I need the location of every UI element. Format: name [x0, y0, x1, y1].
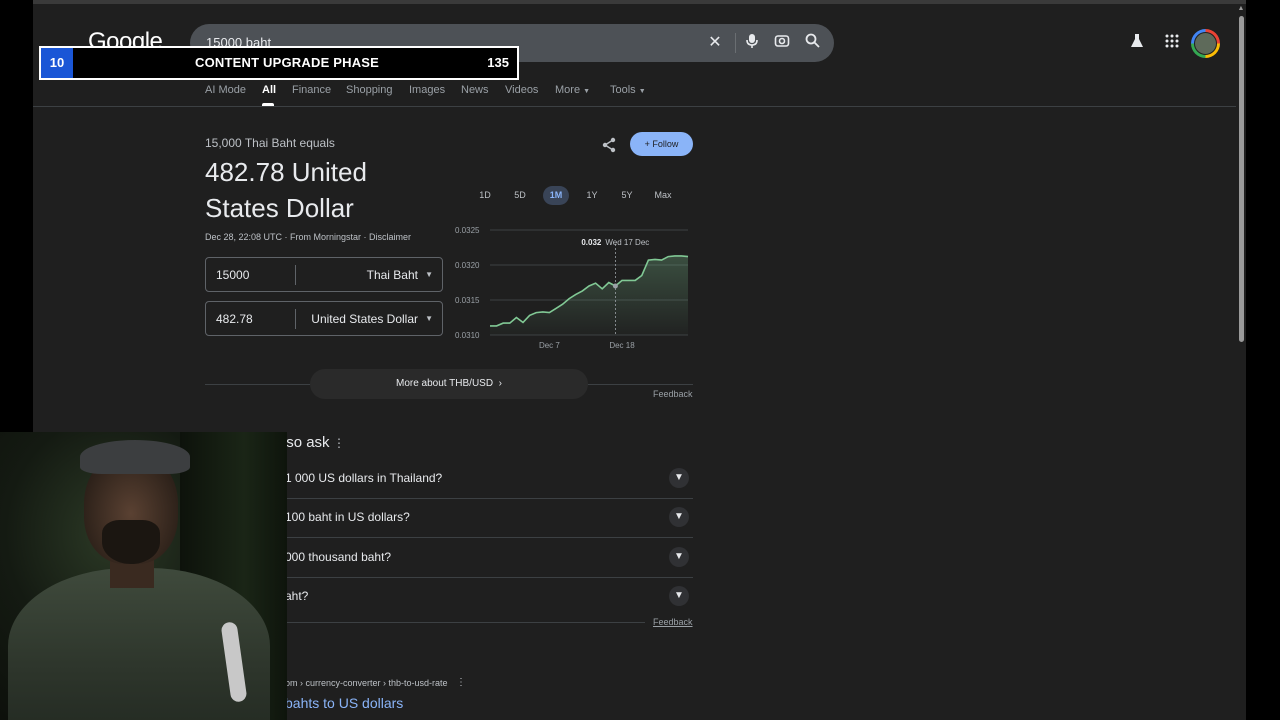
chart-y-tick-label: 0.0315 — [455, 296, 480, 305]
stream-overlay-banner: 10 CONTENT UPGRADE PHASE 135 — [39, 46, 519, 80]
chart-area — [490, 255, 688, 335]
avatar-photo — [1194, 32, 1217, 55]
chart-y-tick-label: 0.0320 — [455, 261, 480, 270]
to-amount-input[interactable]: 482.78 — [216, 312, 253, 326]
range-5d[interactable]: 5D — [509, 186, 531, 205]
chart-x-tick-label: Dec 7 — [539, 341, 560, 350]
webcam-feed — [0, 432, 287, 720]
to-currency-field[interactable]: 482.78 United States Dollar ▼ — [205, 301, 443, 336]
range-1d[interactable]: 1D — [474, 186, 496, 205]
result-breadcrumb[interactable]: om › currency-converter › thb-to-usd-rat… — [285, 678, 448, 688]
feedback-link[interactable]: Feedback — [653, 389, 693, 399]
plus-icon: + — [644, 139, 650, 149]
conversion-result: 482.78 United States Dollar — [205, 157, 367, 223]
paa-question-text: aht? — [285, 589, 309, 603]
scroll-up-icon[interactable]: ▲ — [1237, 5, 1245, 13]
labs-icon[interactable] — [1127, 33, 1147, 53]
from-currency-field[interactable]: 15000 Thai Baht ▼ — [205, 257, 443, 292]
more-options-icon[interactable]: ⋮ — [456, 677, 466, 688]
tab-tools-label: Tools — [610, 84, 636, 96]
chevron-down-icon[interactable]: ▼ — [669, 507, 689, 527]
overlay-number: 10 — [41, 48, 73, 78]
paa-feedback-link[interactable]: Feedback — [653, 617, 693, 627]
field-divider — [295, 309, 296, 329]
paa-question-text: 000 thousand baht? — [285, 550, 392, 564]
overlay-count: 135 — [487, 55, 509, 70]
from-currency-select[interactable]: Thai Baht — [367, 268, 418, 282]
top-bar — [33, 0, 1246, 4]
clear-icon[interactable]: ✕ — [705, 33, 725, 53]
range-1m[interactable]: 1M — [543, 186, 569, 205]
search-divider — [735, 33, 736, 53]
equals-label: 15,000 Thai Baht equals — [205, 136, 335, 150]
from-amount-input[interactable]: 15000 — [216, 268, 249, 282]
chevron-down-icon: ▼ — [425, 270, 433, 279]
share-icon[interactable] — [599, 137, 619, 157]
chevron-down-icon[interactable]: ▼ — [669, 468, 689, 488]
chevron-down-icon: ▼ — [583, 88, 591, 95]
tab-images[interactable]: Images — [409, 84, 445, 96]
tab-tools[interactable]: Tools ▼ — [610, 84, 646, 96]
webcam-person-beard — [102, 520, 160, 564]
tab-all[interactable]: All — [262, 84, 276, 96]
chart-tooltip-value: 0.032 — [581, 238, 602, 247]
chart-tooltip-date: Wed 17 Dec — [605, 238, 649, 247]
more-about-button[interactable]: More about THB/USD › — [310, 369, 588, 399]
follow-button[interactable]: + Follow — [630, 132, 693, 156]
chart-y-tick-label: 0.0325 — [455, 226, 480, 235]
chart-x-tick-label: Dec 18 — [609, 341, 635, 350]
webcam-person-cap — [80, 440, 190, 474]
follow-label: Follow — [652, 139, 679, 149]
tab-news[interactable]: News — [461, 84, 489, 96]
chevron-down-icon: ▼ — [425, 314, 433, 323]
result-title-link[interactable]: bahts to US dollars — [285, 695, 403, 711]
tab-finance[interactable]: Finance — [292, 84, 331, 96]
source-meta: Dec 28, 22:08 UTC · From Morningstar · D… — [205, 232, 412, 242]
mic-icon[interactable] — [742, 33, 762, 53]
chevron-right-icon: › — [498, 378, 502, 389]
tab-more[interactable]: More ▼ — [555, 84, 590, 96]
tab-more-label: More — [555, 84, 581, 96]
search-icon[interactable] — [802, 33, 822, 53]
field-divider — [295, 265, 296, 285]
header-divider — [33, 106, 1236, 107]
more-about-label: More about THB/USD — [396, 378, 494, 389]
exchange-rate-chart[interactable]: 0.0325 0.0320 0.0315 0.0310 Dec 7 Dec 18 0.032… — [452, 222, 694, 354]
chart-y-tick-label: 0.0310 — [455, 331, 480, 340]
tab-ai-mode[interactable]: AI Mode — [205, 84, 246, 96]
paa-question-text: 100 baht in US dollars? — [285, 510, 410, 524]
more-options-icon[interactable]: ⋮ — [333, 436, 345, 450]
range-5y[interactable]: 5Y — [616, 186, 638, 205]
chart-hover-point — [612, 283, 618, 289]
scrollbar-thumb[interactable] — [1239, 16, 1244, 342]
lens-icon[interactable] — [772, 33, 792, 53]
chevron-down-icon: ▼ — [638, 88, 646, 95]
range-1y[interactable]: 1Y — [581, 186, 603, 205]
paa-question-text: 1 000 US dollars in Thailand? — [285, 471, 443, 485]
range-max[interactable]: Max — [650, 186, 676, 205]
apps-icon[interactable] — [1162, 33, 1182, 53]
overlay-title: CONTENT UPGRADE PHASE — [195, 55, 380, 70]
avatar[interactable] — [1191, 29, 1220, 58]
to-currency-select[interactable]: United States Dollar — [311, 312, 418, 326]
chevron-down-icon[interactable]: ▼ — [669, 586, 689, 606]
paa-divider — [285, 622, 645, 623]
chevron-down-icon[interactable]: ▼ — [669, 547, 689, 567]
tab-videos[interactable]: Videos — [505, 84, 538, 96]
tab-shopping[interactable]: Shopping — [346, 84, 393, 96]
